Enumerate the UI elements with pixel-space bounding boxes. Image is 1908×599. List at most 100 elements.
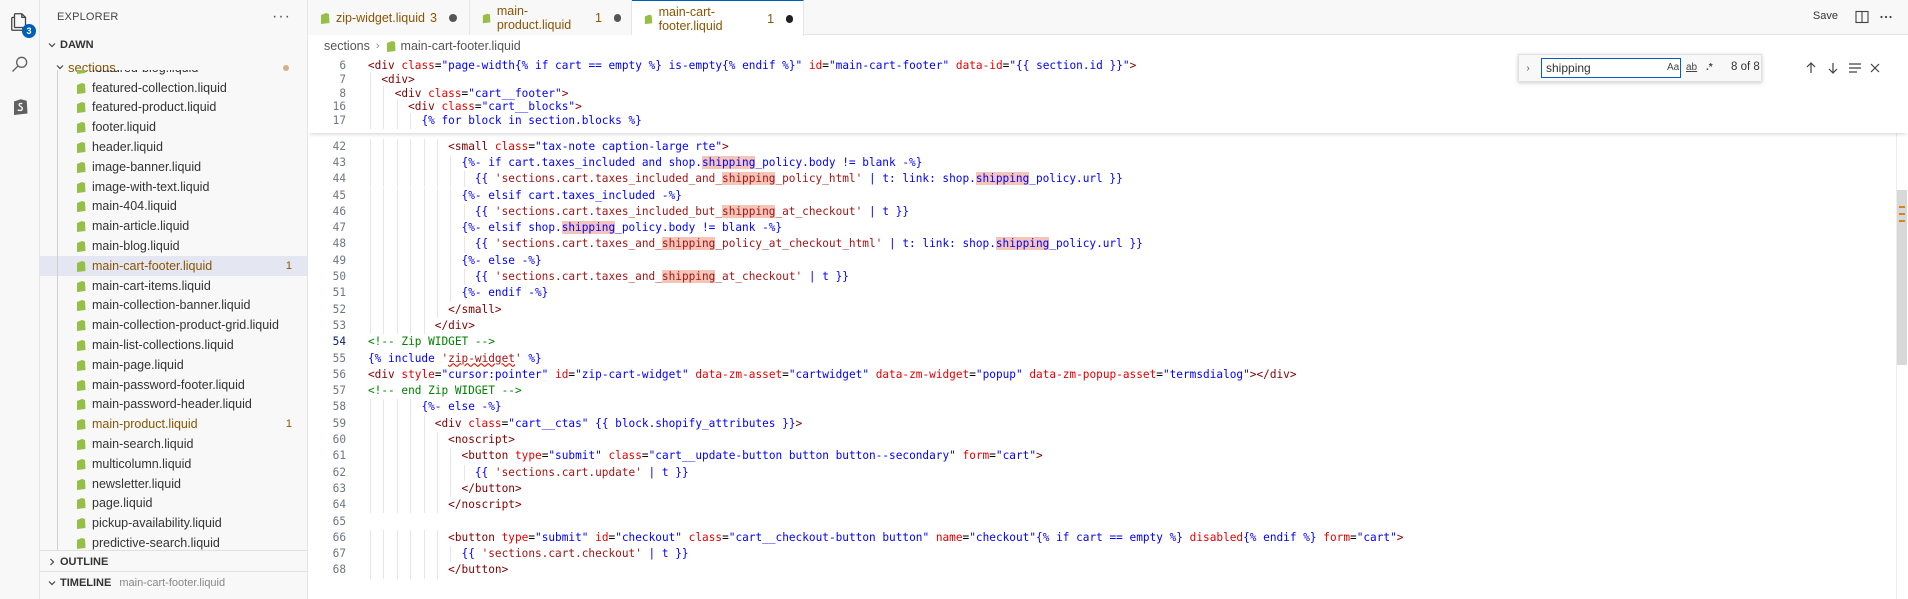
code-line[interactable]: 62 {{ 'sections.cart.update' | t }}	[308, 464, 1908, 481]
code-text[interactable]: <button type="submit" class="cart__updat…	[368, 448, 1043, 464]
code-line[interactable]: 48 {{ 'sections.cart.taxes_and_shipping_…	[308, 236, 1908, 253]
match-whole-word-icon[interactable]: ab	[1686, 62, 1697, 73]
code-text[interactable]: <!-- end Zip WIDGET -->	[368, 383, 522, 399]
code-line[interactable]: 43 {%- if cart.taxes_included and shop.s…	[308, 154, 1908, 172]
file-item[interactable]: predictive-search.liquid	[40, 533, 307, 550]
code-text[interactable]: <small class="tax-note caption-large rte…	[368, 139, 729, 155]
scrollbar-thumb[interactable]	[1897, 190, 1907, 365]
file-item[interactable]: main-cart-footer.liquid 1	[40, 255, 307, 276]
file-item[interactable]: main-collection-banner.liquid	[40, 295, 307, 316]
tab-main-product[interactable]: main-product.liquid 1	[470, 0, 632, 35]
tab-main-cart-footer[interactable]: main-cart-footer.liquid 1	[632, 0, 804, 36]
search-icon[interactable]	[6, 50, 34, 78]
code-text[interactable]: {%- else -%}	[368, 253, 542, 269]
code-line[interactable]: 47 {%- elsif shop.shipping_policy.body !…	[308, 220, 1908, 237]
file-item[interactable]: main-product.liquid 1	[40, 414, 307, 435]
file-item[interactable]: featured-product.liquid	[40, 97, 307, 118]
file-item[interactable]: main-404.liquid	[40, 196, 307, 217]
code-text[interactable]: {%- if cart.taxes_included and shop.ship…	[368, 155, 922, 171]
code-text[interactable]: {{ 'sections.cart.checkout' | t }}	[368, 546, 689, 562]
split-editor-icon[interactable]	[1854, 9, 1870, 25]
code-line[interactable]: 60 <noscript>	[308, 432, 1908, 449]
breadcrumb-folder[interactable]: sections	[324, 39, 370, 53]
file-item[interactable]: main-article.liquid	[40, 216, 307, 237]
more-actions-icon[interactable]	[1878, 9, 1894, 25]
code-text[interactable]: <!-- Zip WIDGET -->	[368, 334, 495, 350]
tab-zip-widget[interactable]: zip-widget.liquid 3	[308, 0, 470, 35]
code-line[interactable]: 50 {{ 'sections.cart.taxes_and_shipping_…	[308, 269, 1908, 286]
breadcrumb-file[interactable]: main-cart-footer.liquid	[401, 39, 521, 53]
file-item[interactable]: newsletter.liquid	[40, 473, 307, 494]
code-line[interactable]: 63 </button>	[308, 480, 1908, 498]
code-line[interactable]: 52 </small>	[308, 301, 1908, 318]
file-item[interactable]: main-search.liquid	[40, 434, 307, 454]
code-text[interactable]: </small>	[368, 302, 501, 318]
regex-icon[interactable]: .*	[1706, 62, 1713, 73]
code-line[interactable]: 42 <small class="tax-note caption-large …	[308, 138, 1908, 155]
code-line[interactable]: 64 </noscript>	[308, 497, 1908, 514]
code-text[interactable]: <noscript>	[368, 432, 515, 448]
code-text[interactable]: </button>	[368, 481, 522, 497]
code-line[interactable]: 65	[308, 514, 1908, 530]
shopify-icon[interactable]	[6, 92, 34, 120]
match-case-icon[interactable]: Aa	[1667, 62, 1679, 73]
code-line[interactable]: 67 {{ 'sections.cart.checkout' | t }}	[308, 546, 1908, 563]
more-actions-icon[interactable]: ···	[272, 8, 291, 26]
code-line[interactable]: 17 {% for block in section.blocks %}	[308, 113, 1908, 130]
file-item[interactable]: main-collection-product-grid.liquid	[40, 315, 307, 336]
code-line[interactable]: 59 <div class="cart__ctas" {{ block.shop…	[308, 415, 1908, 432]
code-line[interactable]: 45 {%- elsif cart.taxes_included -%}	[308, 187, 1908, 204]
close-icon[interactable]	[1867, 60, 1883, 76]
code-text[interactable]: {%- elsif cart.taxes_included -%}	[368, 188, 682, 204]
file-item[interactable]: pickup-availability.liquid	[40, 513, 307, 534]
file-item[interactable]: page.liquid	[40, 493, 307, 514]
file-item[interactable]: featured-collection.liquid	[40, 77, 307, 98]
chevron-right-icon[interactable]: ›	[1521, 63, 1535, 74]
code-line[interactable]: 53 </div>	[308, 317, 1908, 335]
code-line[interactable]: 66 <button type="submit" id="checkout" c…	[308, 529, 1908, 547]
code-text[interactable]: </div>	[368, 318, 475, 334]
code-editor[interactable]: 6 <div class="page-width{% if cart == emp…	[308, 57, 1908, 599]
code-text[interactable]: {%- elsif shop.shipping_policy.body != b…	[368, 220, 782, 236]
file-item[interactable]: main-password-footer.liquid	[40, 374, 307, 395]
file-item[interactable]: main-cart-items.liquid	[40, 275, 307, 296]
code-text[interactable]: {% include 'zip-widget' %}	[368, 351, 542, 367]
unsaved-dot-icon[interactable]	[448, 13, 457, 22]
code-line[interactable]: 61 <button type="submit" class="cart__up…	[308, 448, 1908, 465]
file-item[interactable]: featured-blog.liquid	[40, 70, 307, 78]
code-text[interactable]: </noscript>	[368, 497, 521, 513]
code-text[interactable]: {%- endif -%}	[368, 285, 549, 301]
file-item[interactable]: image-with-text.liquid	[40, 176, 307, 197]
code-line[interactable]: 57 <!-- end Zip WIDGET -->	[308, 383, 1908, 399]
file-item[interactable]: image-banner.liquid	[40, 156, 307, 177]
file-item[interactable]: footer.liquid	[40, 117, 307, 138]
code-text[interactable]: <div class="cart__ctas" {{ block.shopify…	[368, 416, 802, 432]
code-text[interactable]: {%- else -%}	[368, 399, 501, 415]
arrow-down-icon[interactable]	[1825, 60, 1841, 76]
find-input[interactable]	[1541, 58, 1681, 78]
code-text[interactable]: <button type="submit" id="checkout" clas…	[368, 530, 1403, 546]
explorer-icon[interactable]: 3	[6, 8, 36, 38]
code-text[interactable]: {{ 'sections.cart.taxes_included_and_shi…	[368, 171, 1123, 187]
code-line[interactable]: 68 </button>	[308, 562, 1908, 579]
code-line[interactable]: 58 {%- else -%}	[308, 399, 1908, 416]
save-button[interactable]: Save	[1813, 10, 1838, 22]
unsaved-dot-icon[interactable]	[613, 13, 622, 22]
code-text[interactable]: <div style="cursor:pointer" id="zip-cart…	[368, 367, 1297, 383]
timeline-section[interactable]: TIMELINE main-cart-footer.liquid	[40, 572, 307, 594]
code-line[interactable]: 44 {{ 'sections.cart.taxes_included_and_…	[308, 171, 1908, 188]
find-in-selection-icon[interactable]	[1847, 60, 1863, 76]
code-text[interactable]: </button>	[368, 562, 508, 578]
code-line[interactable]: 49 {%- else -%}	[308, 252, 1908, 269]
code-line[interactable]: 54 <!-- Zip WIDGET -->	[308, 334, 1908, 350]
unsaved-dot-icon[interactable]	[786, 14, 793, 23]
file-item[interactable]: header.liquid	[40, 137, 307, 157]
file-item[interactable]: main-list-collections.liquid	[40, 335, 307, 355]
code-line[interactable]: 55 {% include 'zip-widget' %}	[308, 351, 1908, 367]
arrow-up-icon[interactable]	[1803, 60, 1819, 76]
code-text[interactable]: {{ 'sections.cart.taxes_included_but_shi…	[368, 204, 909, 220]
code-text[interactable]: {{ 'sections.cart.taxes_and_shipping_pol…	[368, 236, 1143, 252]
file-item[interactable]: main-page.liquid	[40, 354, 307, 375]
outline-section[interactable]: OUTLINE	[40, 551, 307, 573]
code-line[interactable]: 46 {{ 'sections.cart.taxes_included_but_…	[308, 203, 1908, 221]
